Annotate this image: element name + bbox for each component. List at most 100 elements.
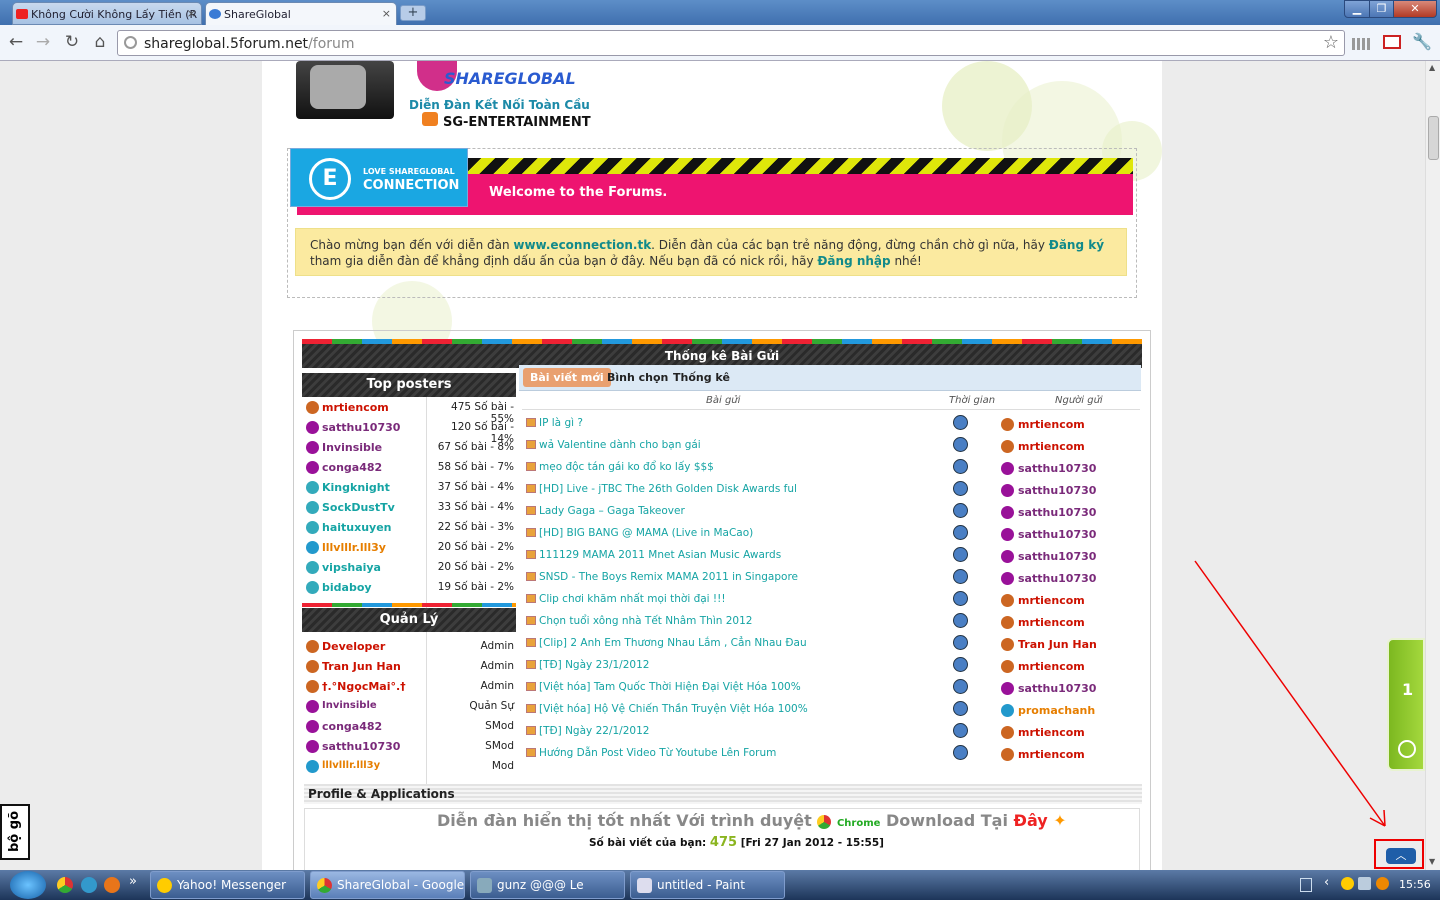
login-link[interactable]: Đăng nhập: [817, 254, 890, 268]
taskbar-gunz[interactable]: gunz @@@ Le: [470, 871, 625, 899]
more-quicklaunch-icon[interactable]: »: [129, 874, 137, 889]
post-title-link[interactable]: [TĐ] Ngày 22/1/2012: [539, 725, 649, 737]
post-title-link[interactable]: IP là gì ?: [539, 417, 583, 429]
clock-icon[interactable]: [953, 437, 968, 452]
restore-button[interactable]: ❐: [1369, 0, 1394, 18]
stats-extension-icon[interactable]: [1352, 38, 1370, 50]
post-author[interactable]: mrtiencom: [1018, 726, 1085, 739]
clock-icon[interactable]: [953, 591, 968, 606]
post-title-link[interactable]: Clip chơi khăm nhất mọi thời đại !!!: [539, 593, 726, 605]
post-author[interactable]: satthu10730: [1018, 550, 1096, 563]
post-title-link[interactable]: [HD] Live - jTBC The 26th Golden Disk Aw…: [539, 483, 797, 495]
post-author[interactable]: mrtiencom: [1018, 594, 1085, 607]
post-title-link[interactable]: 111129 MAMA 2011 Mnet Asian Music Awards: [539, 549, 781, 561]
top-poster-name[interactable]: Kingknight: [322, 481, 390, 494]
post-title-link[interactable]: wả Valentine dành cho bạn gái: [539, 439, 701, 451]
ie-quicklaunch-icon[interactable]: [81, 877, 97, 893]
post-title-link[interactable]: [Clip] 2 Anh Em Thương Nhau Lắm , Cẳn Nh…: [539, 637, 807, 649]
new-tab-button[interactable]: +: [400, 5, 426, 21]
post-title-link[interactable]: Hướng Dẫn Post Video Từ Youtube Lên Foru…: [539, 747, 776, 759]
show-hidden-icons[interactable]: ‹: [1324, 875, 1329, 890]
admin-name[interactable]: †.°NgọcMai°.†: [322, 680, 406, 693]
clock-icon[interactable]: [953, 657, 968, 672]
star-icon[interactable]: ☆: [1323, 32, 1339, 53]
top-poster-name[interactable]: Invinsible: [322, 441, 382, 454]
top-poster-name[interactable]: conga482: [322, 461, 382, 474]
scroll-to-top-button[interactable]: ︿: [1374, 839, 1424, 869]
post-title-link[interactable]: SNSD - The Boys Remix MAMA 2011 in Singa…: [539, 571, 798, 583]
taskbar-yahoo-messenger[interactable]: Yahoo! Messenger: [150, 871, 305, 899]
clock-icon[interactable]: [953, 613, 968, 628]
reload-icon[interactable]: ↻: [61, 32, 83, 54]
admin-name[interactable]: Invinsible: [322, 700, 377, 711]
clock-icon[interactable]: [953, 679, 968, 694]
post-author[interactable]: mrtiencom: [1018, 418, 1085, 431]
start-button[interactable]: [10, 871, 46, 899]
clock-icon[interactable]: [953, 481, 968, 496]
system-clock[interactable]: 15:56: [1399, 878, 1431, 891]
page-scrollbar[interactable]: ▲ ▼: [1425, 61, 1440, 870]
post-author[interactable]: satthu10730: [1018, 462, 1096, 475]
top-poster-name[interactable]: lllvlllr.lll3y: [322, 541, 386, 554]
tab-youtube[interactable]: Không Cười Không Lấy Tiền (R ×: [12, 2, 202, 25]
tab-statistics[interactable]: Thống kê: [673, 371, 730, 384]
post-title-link[interactable]: [TĐ] Ngày 23/1/2012: [539, 659, 649, 671]
vietnamese-ime-toggle[interactable]: bộ gõ: [0, 804, 30, 860]
post-author[interactable]: satthu10730: [1018, 572, 1096, 585]
tray-app-icon[interactable]: [1376, 877, 1389, 890]
clock-icon[interactable]: [953, 745, 968, 760]
address-bar[interactable]: shareglobal.5forum.net/forum ☆: [117, 30, 1345, 56]
register-link[interactable]: Đăng ký: [1049, 238, 1104, 252]
minimize-button[interactable]: ▁: [1344, 0, 1370, 18]
post-author[interactable]: satthu10730: [1018, 506, 1096, 519]
admin-name[interactable]: Developer: [322, 640, 385, 653]
clock-icon[interactable]: [953, 569, 968, 584]
section-title[interactable]: SG-ENTERTAINMENT: [443, 115, 591, 130]
clock-icon[interactable]: [953, 723, 968, 738]
clock-icon[interactable]: [953, 547, 968, 562]
post-title-link[interactable]: Lady Gaga – Gaga Takeover: [539, 505, 685, 517]
home-icon[interactable]: ⌂: [89, 32, 111, 54]
post-author[interactable]: mrtiencom: [1018, 660, 1085, 673]
chrome-quicklaunch-icon[interactable]: [57, 877, 73, 893]
post-author[interactable]: Tran Jun Han: [1018, 638, 1097, 651]
close-tab-icon[interactable]: ×: [187, 7, 196, 20]
post-title-link[interactable]: [Việt hóa] Hộ Vệ Chiến Thần Truyện Việt …: [539, 703, 808, 715]
language-bar-icon[interactable]: [1300, 878, 1312, 892]
scrollbar-thumb[interactable]: [1428, 116, 1439, 160]
connection-logo[interactable]: E LOVE SHAREGLOBAL CONNECTION: [290, 148, 468, 207]
taskbar-chrome[interactable]: ShareGlobal - Google ...: [310, 871, 465, 899]
tab-new-posts[interactable]: Bài viết mới: [523, 368, 611, 387]
yahoo-tray-icon[interactable]: [1341, 877, 1354, 890]
post-title-link[interactable]: [Việt hóa] Tam Quốc Thời Hiện Đại Việt H…: [539, 681, 801, 693]
taskbar-paint[interactable]: untitled - Paint: [630, 871, 785, 899]
close-window-button[interactable]: ✕: [1393, 0, 1437, 18]
admin-name[interactable]: lllvlllr.lll3y: [322, 760, 380, 771]
post-author[interactable]: mrtiencom: [1018, 748, 1085, 761]
site-link[interactable]: www.econnection.tk: [513, 238, 651, 252]
clock-icon[interactable]: [953, 525, 968, 540]
download-link[interactable]: Đây: [1014, 811, 1048, 830]
post-author[interactable]: promachanh: [1018, 704, 1095, 717]
firefox-quicklaunch-icon[interactable]: [104, 877, 120, 893]
tab-polls[interactable]: Bình chọn: [607, 371, 668, 384]
clock-icon[interactable]: [953, 503, 968, 518]
gmail-icon[interactable]: [1383, 35, 1401, 49]
post-author[interactable]: satthu10730: [1018, 528, 1096, 541]
post-author[interactable]: mrtiencom: [1018, 616, 1085, 629]
site-logo[interactable]: SHAREGLOBAL: [444, 69, 576, 88]
tab-shareglobal[interactable]: ShareGlobal ×: [205, 2, 397, 26]
post-title-link[interactable]: [HD] BIG BANG @ MAMA (Live in MaCao): [539, 527, 753, 539]
wrench-icon[interactable]: 🔧: [1411, 32, 1433, 54]
post-author[interactable]: mrtiencom: [1018, 440, 1085, 453]
top-poster-name[interactable]: vipshaiya: [322, 561, 381, 574]
network-icon[interactable]: [1358, 877, 1371, 890]
admin-name[interactable]: satthu10730: [322, 740, 400, 753]
clock-icon[interactable]: [953, 415, 968, 430]
top-poster-name[interactable]: SockDustTv: [322, 501, 395, 514]
clock-icon[interactable]: [953, 701, 968, 716]
post-author[interactable]: satthu10730: [1018, 682, 1096, 695]
top-poster-name[interactable]: mrtiencom: [322, 401, 389, 414]
admin-name[interactable]: Tran Jun Han: [322, 660, 401, 673]
forward-icon[interactable]: →: [32, 32, 54, 54]
